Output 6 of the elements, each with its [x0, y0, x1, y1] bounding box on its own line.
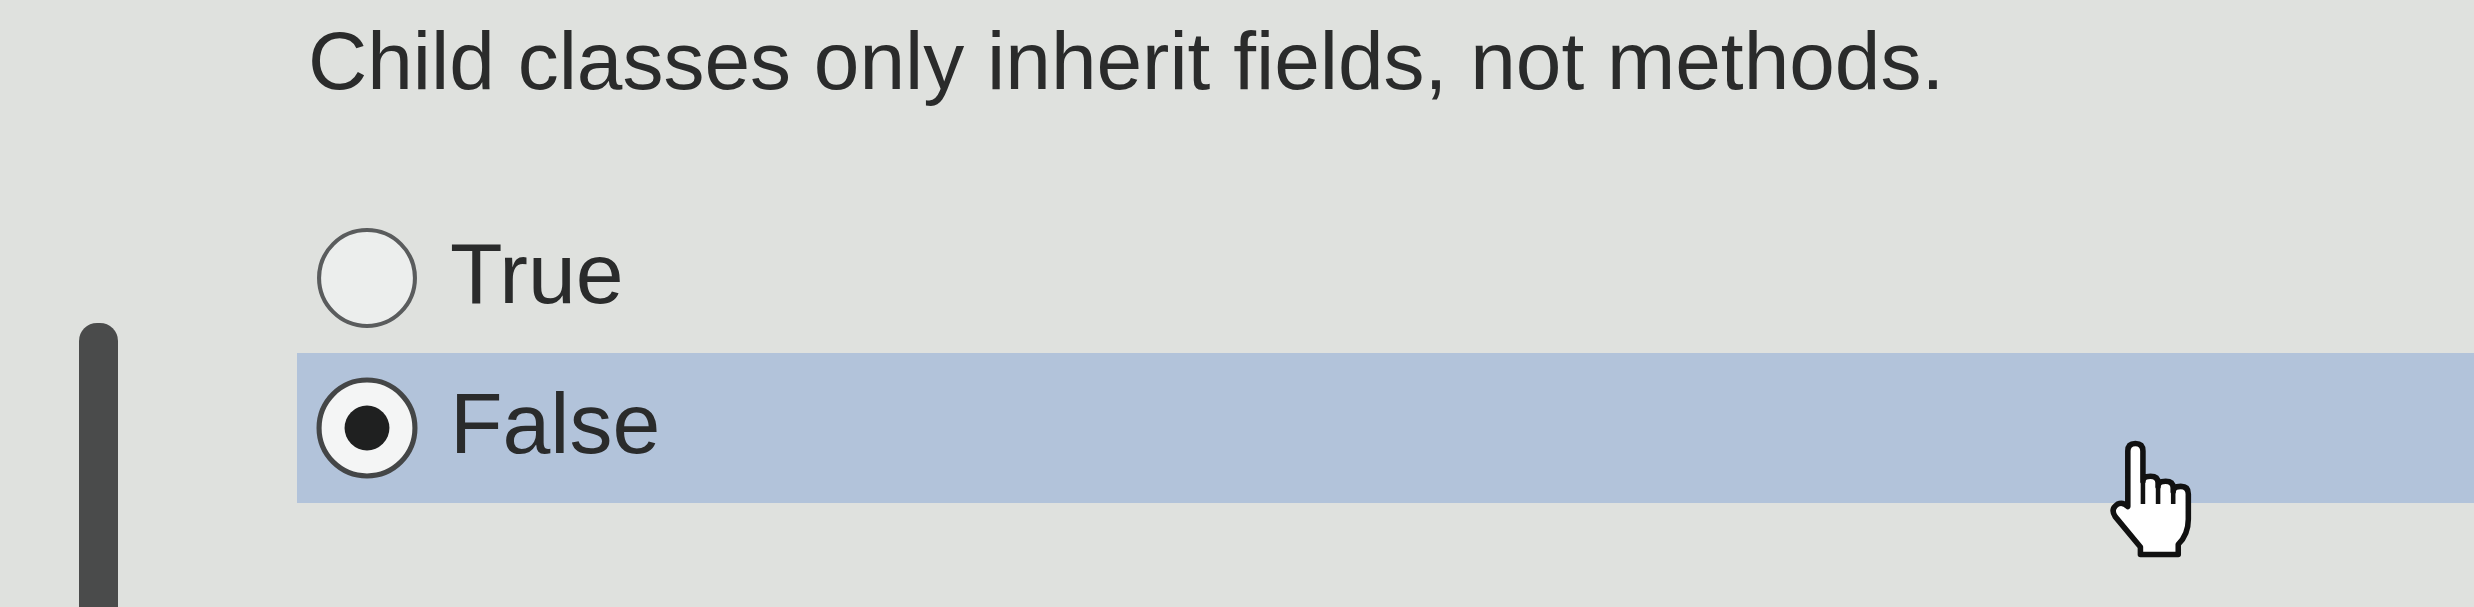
- option-label: False: [450, 376, 661, 471]
- radio-button[interactable]: [316, 377, 418, 480]
- option-label: True: [450, 226, 624, 321]
- question-text: Child classes only inherit fields, not methods.: [308, 14, 1946, 108]
- radio-button[interactable]: [316, 227, 418, 330]
- selected-option-highlight[interactable]: False: [297, 353, 2474, 504]
